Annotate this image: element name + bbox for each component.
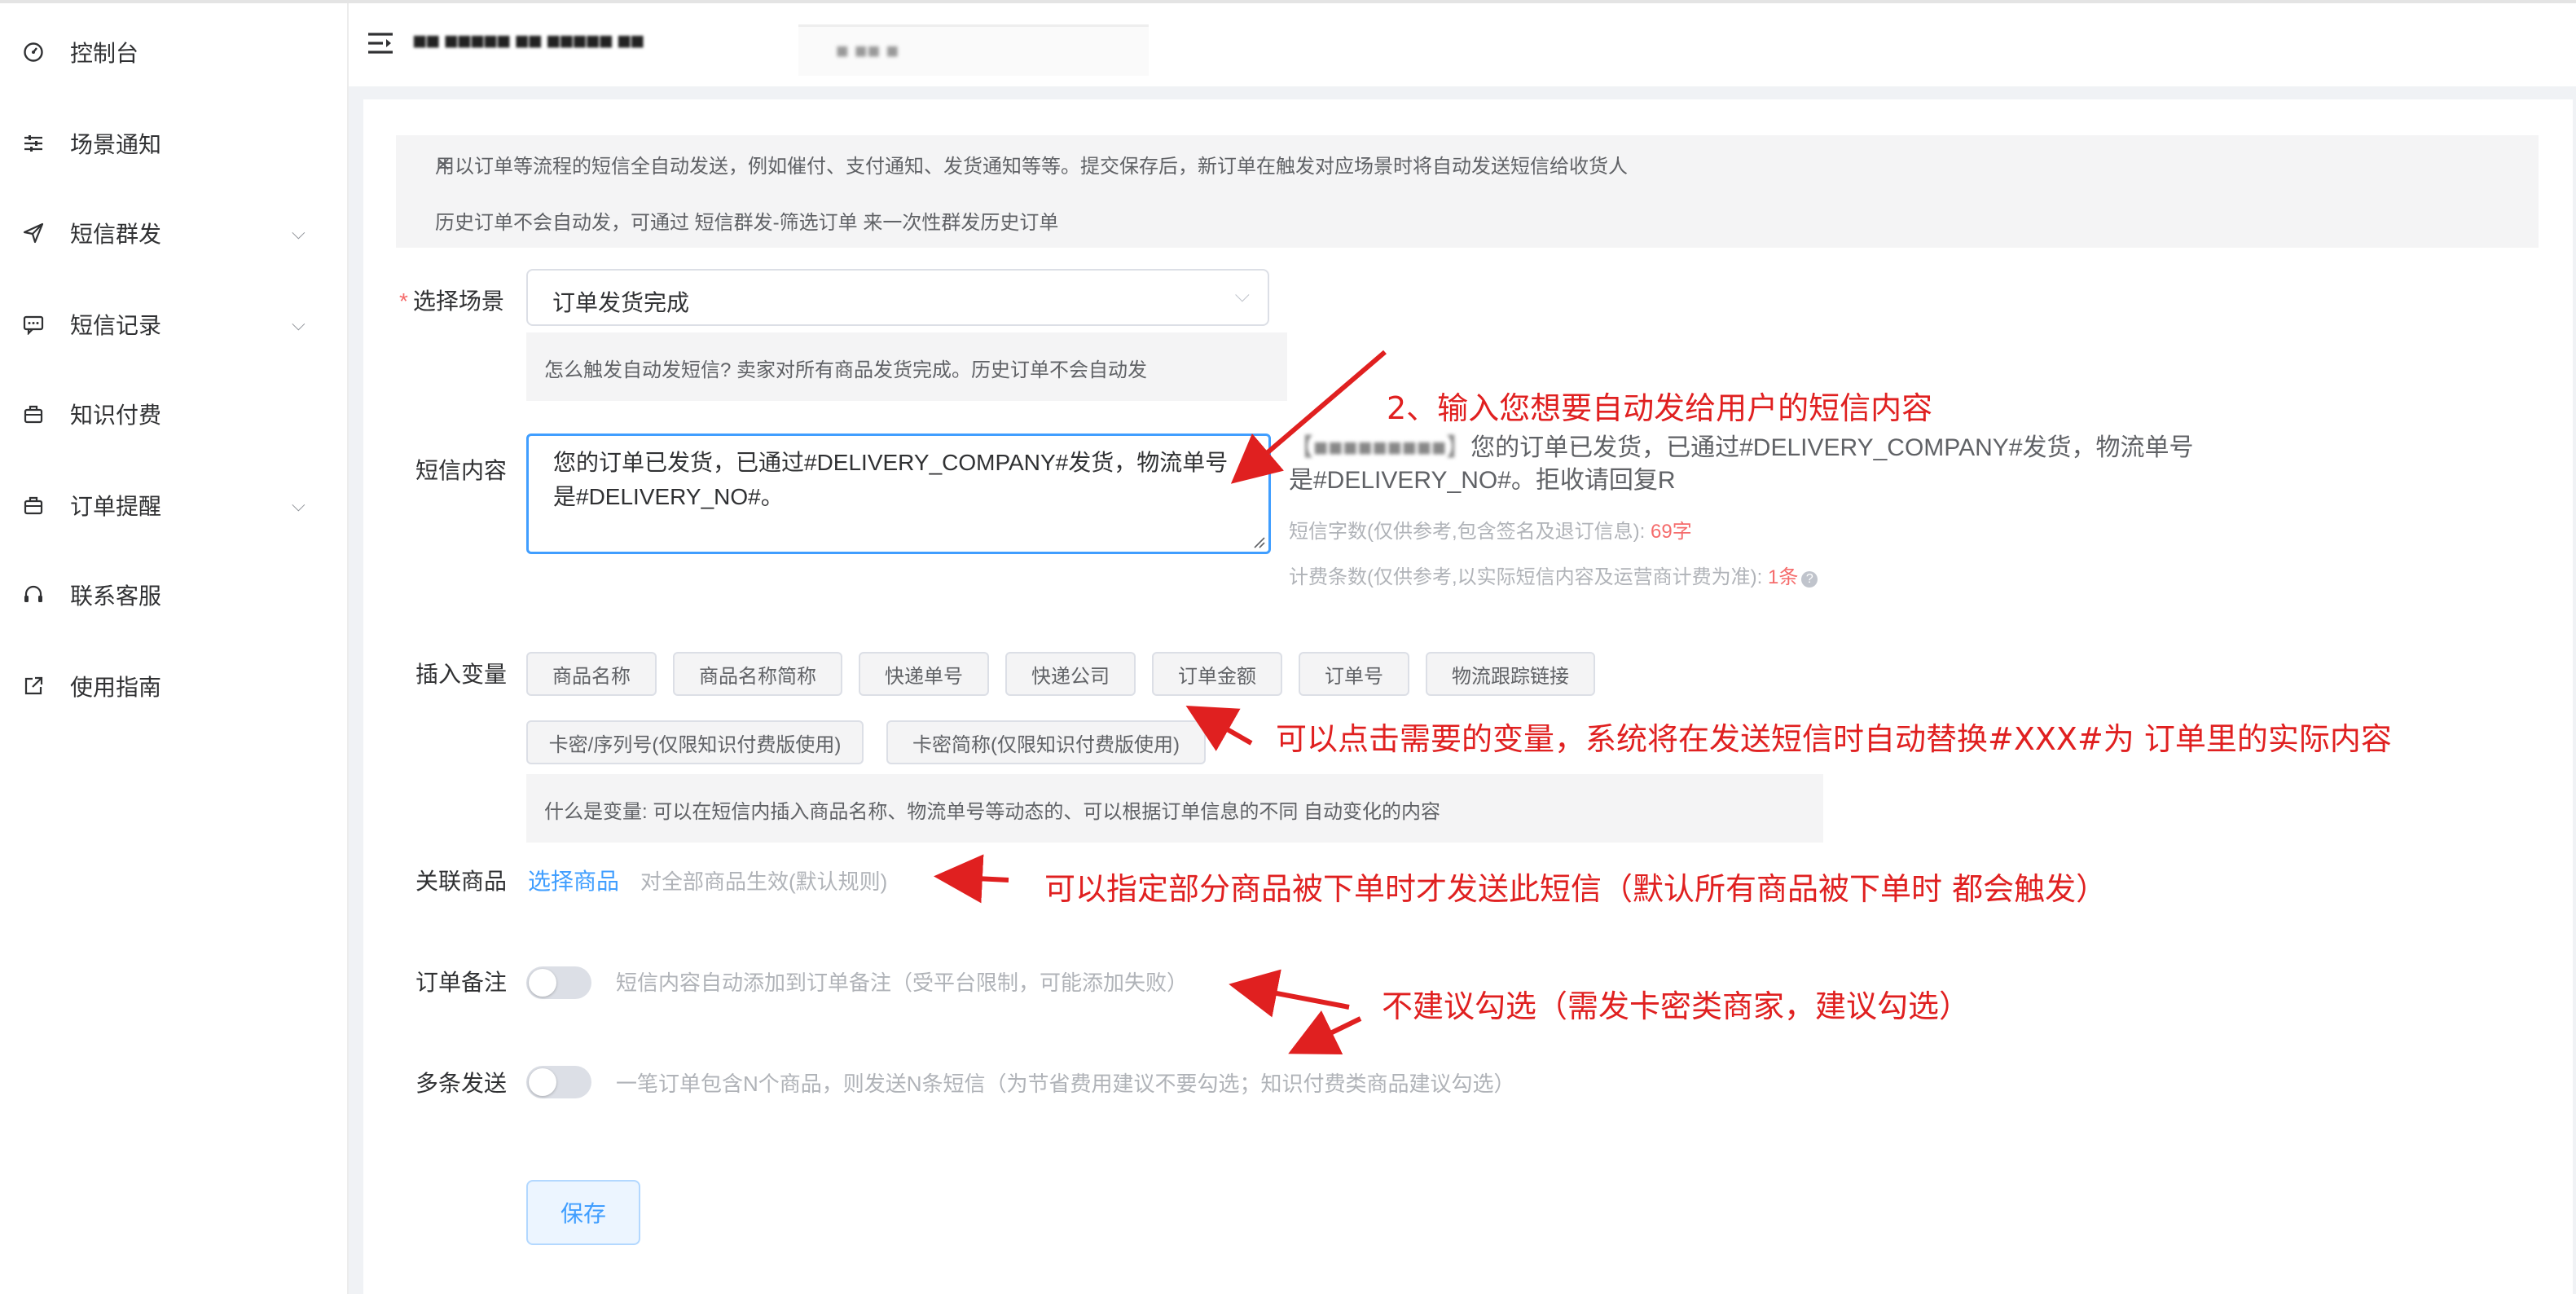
remark-toggle[interactable] [526,966,591,999]
annotation-toggles: 不建议勾选（需发卡密类商家，建议勾选） [1382,988,1971,1024]
info-alert: 用以订单等流程的短信全自动发送，例如催付、支付通知、发货通知等等。提交保存后，新… [396,135,2539,192]
variable-button-product-name[interactable]: 商品名称 [526,652,657,696]
annotation-products: 可以指定部分商品被下单时才发送此短信（默认所有商品被下单时 都会触发） [1044,871,2108,907]
toggle-knob [529,1068,556,1096]
annotation-content: 2、输入您想要自动发给用户的短信内容 [1387,390,1933,426]
headset-icon [21,583,46,607]
sidebar-item-order-reminder[interactable]: 订单提醒 ⌵ [0,464,347,546]
sidebar-item-label: 控制台 [70,41,139,66]
variable-button-card-key[interactable]: 卡密/序列号(仅限知识付费版使用) [526,720,864,764]
variables-hint: 什么是变量: 可以在短信内插入商品名称、物流单号等动态的、可以根据订单信息的不同… [526,774,1823,843]
chevron-down-icon: ⌵ [1234,284,1250,306]
sidebar-item-label: 订单提醒 [70,494,162,519]
sidebar-item-guide[interactable]: 使用指南 [0,645,347,727]
sms-content-textarea[interactable]: 您的订单已发货，已通过#DELIVERY_COMPANY#发货，物流单号是#DE… [526,434,1271,554]
sidebar-item-label: 联系客服 [70,583,162,609]
sidebar-item-label: 短信群发 [70,222,162,247]
variable-button-courier[interactable]: 快递公司 [1005,652,1136,696]
chevron-down-icon: ⌵ [292,314,306,335]
bill-count-value: 1条 [1768,566,1799,588]
sms-content-value: 您的订单已发货，已通过#DELIVERY_COMPANY#发货，物流单号是#DE… [553,450,1229,509]
preview-signature: 【■■■■■■■■■】 [1289,434,1471,461]
chevron-down-icon: ⌵ [292,495,306,516]
variable-button-product-short-name[interactable]: 商品名称简称 [673,652,842,696]
page-title: ■■ ■■■■■ ■■ ■■■■■ ■■ [412,28,644,55]
dashboard-icon [21,40,46,64]
top-header [349,3,2576,86]
sidebar-item-knowledge-pay[interactable]: 知识付费 [0,373,347,455]
sidebar-item-label: 使用指南 [70,675,162,700]
variable-button-tracking-no[interactable]: 快递单号 [859,652,989,696]
scene-hint: 怎么触发自动发短信? 卖家对所有商品发货完成。历史订单不会自动发 [526,332,1287,401]
help-icon[interactable]: ? [1801,571,1818,588]
sidebar-item-label: 短信记录 [70,313,162,338]
sidebar-item-contact-support[interactable]: 联系客服 [0,554,347,636]
sidebar-item-scene-notify[interactable]: 场景通知 [0,103,347,184]
header-tab-label: ■ ■■ ■ [836,38,899,63]
close-icon[interactable]: × [435,152,2511,175]
sidebar-item-sms-bulk[interactable]: 短信群发 ⌵ [0,192,347,274]
content-label: 短信内容 [415,458,508,483]
products-note: 对全部商品生效(默认规则) [640,869,888,894]
required-mark: * [399,288,408,314]
products-label: 关联商品 [415,869,508,894]
scene-select[interactable]: 订单发货完成 ⌵ [526,269,1269,326]
menu-toggle-icon[interactable] [367,31,394,55]
multi-send-label: 多条发送 [415,1071,508,1096]
select-products-link[interactable]: 选择商品 [528,864,619,896]
multi-send-note: 一笔订单包含N个商品，则发送N条短信（为节省费用建议不要勾选；知识付费类商品建议… [616,1072,1515,1096]
char-count: 短信字数(仅供参考,包含签名及退订信息): 69字 [1289,521,1692,543]
chevron-down-icon: ⌵ [292,222,306,244]
variables-label: 插入变量 [415,662,508,687]
sms-preview: 【■■■■■■■■■】您的订单已发货，已通过#DELIVERY_COMPANY#… [1289,432,2209,497]
save-button[interactable]: 保存 [526,1180,640,1245]
annotation-variables: 可以点击需要的变量，系统将在发送短信时自动替换#XXX#为 订单里的实际内容 [1276,721,2392,757]
variable-button-tracking-link[interactable]: 物流跟踪链接 [1426,652,1595,696]
external-link-icon [21,674,46,698]
variable-button-order-no[interactable]: 订单号 [1299,652,1409,696]
briefcase-icon [21,493,46,517]
toggle-knob [529,969,556,997]
info-alert-2: 历史订单不会自动发，可通过 短信群发-筛选订单 来一次性群发历史订单 [396,192,2539,248]
remark-note: 短信内容自动添加到订单备注（受平台限制，可能添加失败） [616,970,1189,995]
alert-text-2: 历史订单不会自动发，可通过 短信群发-筛选订单 来一次性群发历史订单 [435,211,1059,234]
variable-button-order-amount[interactable]: 订单金额 [1152,652,1282,696]
sliders-icon [21,131,46,156]
scene-select-value: 订单发货完成 [552,290,690,315]
variable-button-card-key-short[interactable]: 卡密简称(仅限知识付费版使用) [886,720,1206,764]
bill-count: 计费条数(仅供参考,以实际短信内容及运营商计费为准): 1条? [1289,561,1818,589]
sidebar-item-sms-records[interactable]: 短信记录 ⌵ [0,284,347,365]
char-count-value: 69字 [1651,521,1692,543]
scene-label: * 选择场景 [399,288,504,314]
sidebar-item-label: 场景通知 [70,132,162,157]
sidebar-item-dashboard[interactable]: 控制台 [0,11,347,93]
send-icon [21,221,46,245]
briefcase-icon [21,402,46,426]
message-icon [21,312,46,337]
remark-label: 订单备注 [415,970,508,995]
header-tab[interactable]: ■ ■■ ■ [798,24,1149,76]
multi-send-toggle[interactable] [526,1066,591,1098]
sidebar-item-label: 知识付费 [70,403,162,428]
resize-handle-icon[interactable] [1251,534,1265,548]
